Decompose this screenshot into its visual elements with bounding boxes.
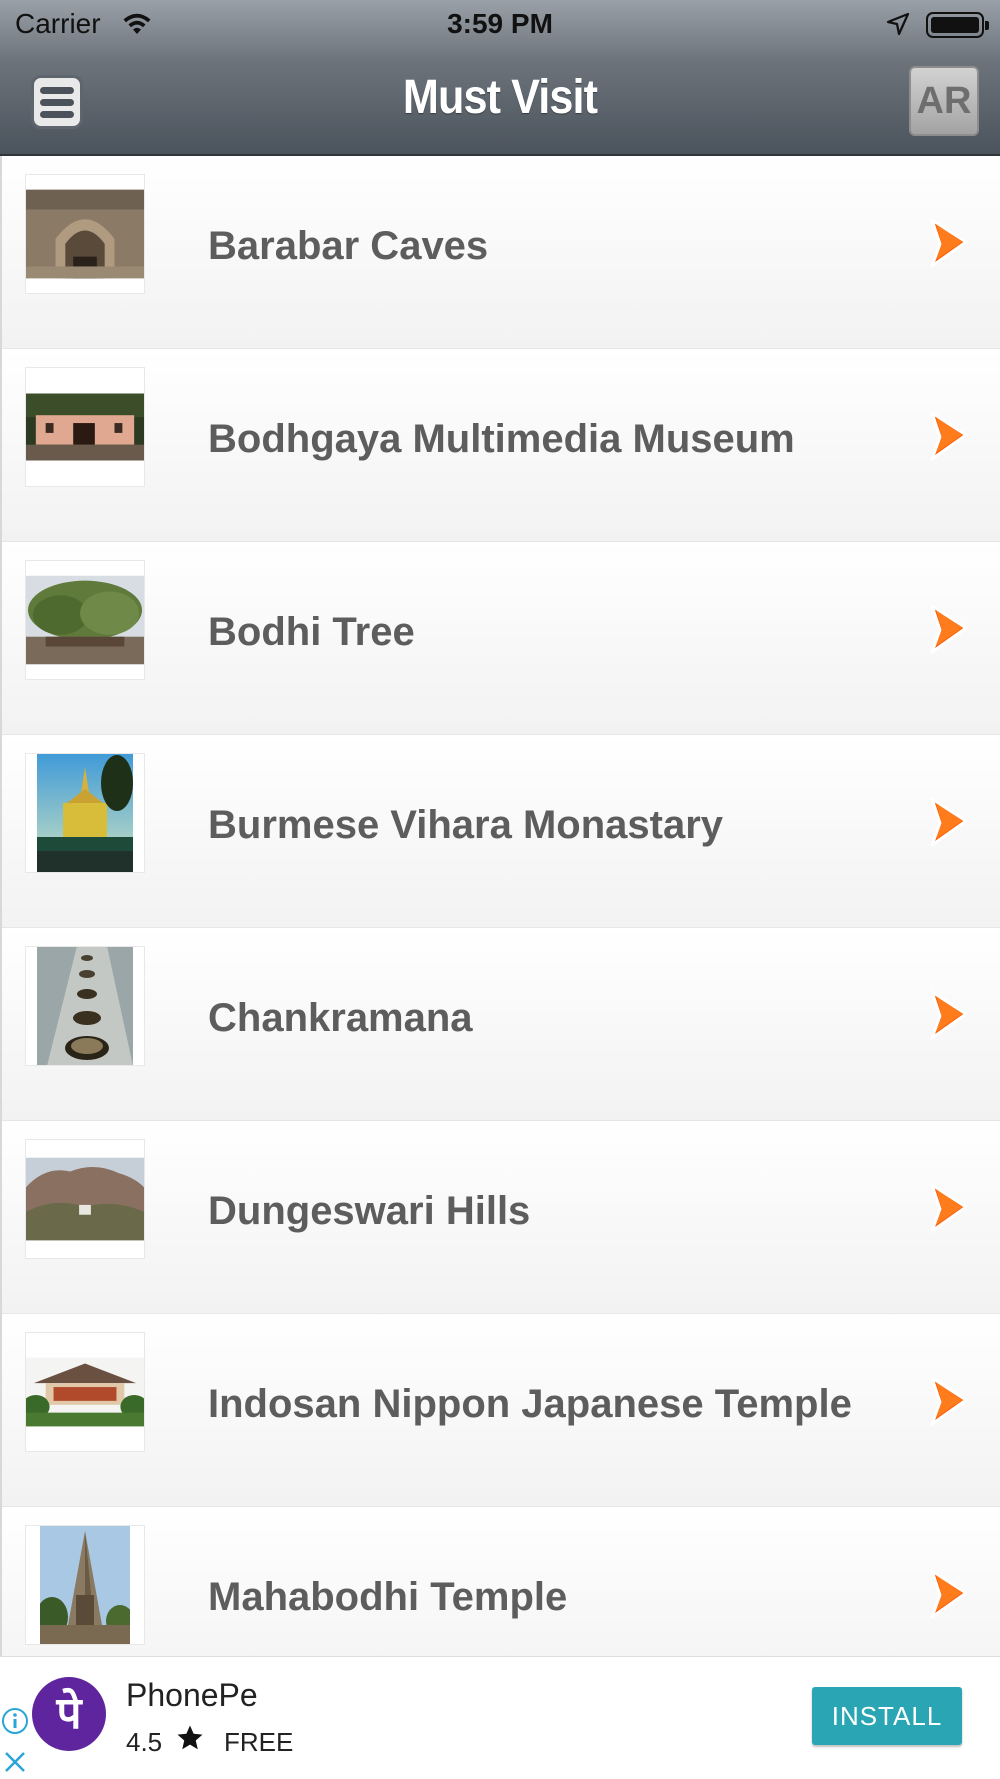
location-arrow-icon: [886, 12, 910, 41]
chevron-right-icon: [930, 797, 968, 847]
info-icon[interactable]: [1, 1707, 29, 1735]
close-icon[interactable]: [2, 1749, 28, 1775]
ad-price: FREE: [224, 1727, 294, 1757]
place-name: Burmese Vihara Monastary: [208, 803, 724, 847]
status-time: 3:59 PM: [447, 8, 553, 39]
ar-button[interactable]: AR: [909, 66, 979, 136]
list-item[interactable]: Bodhi Tree: [0, 542, 1000, 735]
place-thumbnail: [25, 174, 145, 294]
page-title: Must Visit: [402, 71, 598, 124]
list-item[interactable]: Barabar Caves: [0, 156, 1000, 349]
ad-app-name: PhonePe: [126, 1677, 258, 1713]
chevron-right-icon: [930, 218, 968, 268]
place-thumbnail: [25, 753, 145, 873]
place-thumbnail: [25, 1332, 145, 1452]
list-item[interactable]: Bodhgaya Multimedia Museum: [0, 349, 1000, 542]
place-name: Barabar Caves: [208, 224, 489, 268]
star-icon: [177, 1725, 203, 1750]
list-item[interactable]: Indosan Nippon Japanese Temple: [0, 1314, 1000, 1507]
chevron-right-icon: [930, 1183, 968, 1233]
places-list: Barabar Caves Bodhgaya Multimedia Museum…: [0, 156, 1000, 1700]
list-item[interactable]: Chankramana: [0, 928, 1000, 1121]
place-name: Bodhi Tree: [208, 610, 415, 654]
chevron-right-icon: [930, 411, 968, 461]
chevron-right-icon: [930, 604, 968, 654]
list-item[interactable]: Dungeswari Hills: [0, 1121, 1000, 1314]
ad-banner[interactable]: पे PhonePe 4.5 FREE INSTALL: [0, 1656, 1000, 1779]
phonepe-logo: पे: [32, 1677, 106, 1751]
place-thumbnail: [25, 1139, 145, 1259]
navigation-bar: Carrier 3:59 PM Must Visit AR: [0, 0, 1000, 156]
install-button[interactable]: INSTALL: [812, 1687, 962, 1745]
ad-rating: 4.5: [126, 1727, 163, 1757]
place-name: Chankramana: [208, 996, 473, 1040]
place-thumbnail: [25, 946, 145, 1066]
place-name: Dungeswari Hills: [208, 1189, 531, 1233]
battery-icon: [926, 12, 989, 38]
place-thumbnail: [25, 1525, 145, 1645]
status-bar: Carrier 3:59 PM: [0, 0, 1000, 50]
place-thumbnail: [25, 560, 145, 680]
chevron-right-icon: [930, 990, 968, 1040]
place-name: Bodhgaya Multimedia Museum: [208, 417, 795, 461]
list-item[interactable]: Burmese Vihara Monastary: [0, 735, 1000, 928]
place-thumbnail: [25, 367, 145, 487]
chevron-right-icon: [930, 1569, 968, 1619]
place-name: Indosan Nippon Japanese Temple: [208, 1382, 852, 1426]
chevron-right-icon: [930, 1376, 968, 1426]
